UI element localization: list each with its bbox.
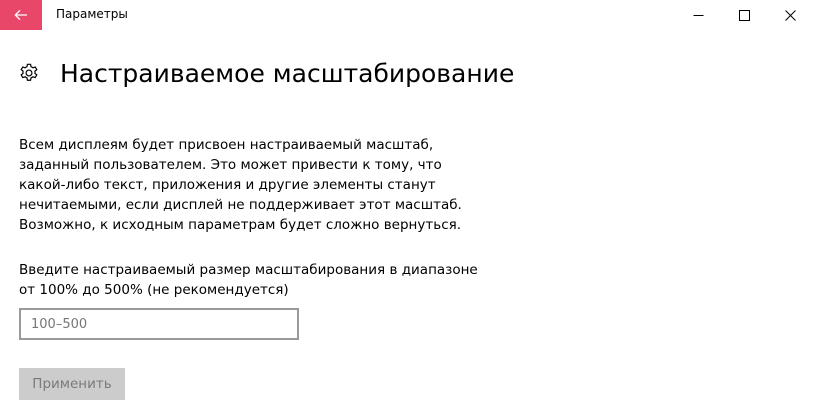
window-controls — [675, 0, 813, 30]
minimize-icon — [693, 14, 703, 16]
maximize-button[interactable] — [721, 0, 767, 30]
description-line: Возможно, к исходным параметрам будет сл… — [19, 217, 462, 233]
close-icon — [784, 9, 796, 21]
apply-button[interactable]: Применить — [19, 368, 125, 400]
back-arrow-icon — [14, 9, 27, 21]
page-title: Настраиваемое масштабирование — [60, 58, 515, 88]
prompt-line: от 100% до 500% (не рекомендуется) — [19, 282, 289, 298]
scale-range-label: Введите настраиваемый размер масштабиров… — [19, 260, 489, 300]
description-line: заданный пользователем. Это может привес… — [19, 157, 442, 173]
back-button[interactable] — [0, 0, 42, 30]
description-line: какой-либо текст, приложения и другие эл… — [19, 177, 436, 193]
prompt-line: Введите настраиваемый размер масштабиров… — [19, 262, 478, 278]
window-title: Параметры — [56, 7, 128, 21]
title-bar: Параметры — [0, 0, 813, 30]
maximize-icon — [738, 9, 750, 21]
page-header: Настраиваемое масштабирование — [18, 56, 514, 90]
gear-icon — [18, 62, 40, 84]
minimize-button[interactable] — [675, 0, 721, 30]
description-line: нечитаемыми, если дисплей не поддерживае… — [19, 197, 462, 213]
description-line: Всем дисплеям будет присвоен настраиваем… — [19, 137, 434, 153]
close-button[interactable] — [767, 0, 813, 30]
custom-scale-input[interactable] — [19, 308, 299, 340]
description-text: Всем дисплеям будет присвоен настраиваем… — [19, 135, 479, 235]
